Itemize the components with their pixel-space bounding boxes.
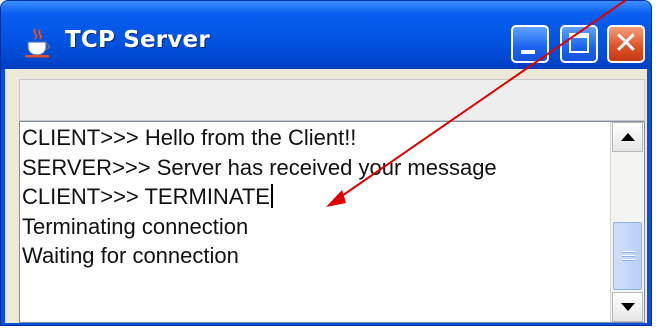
scroll-up-arrow-icon (621, 133, 635, 141)
title-bar[interactable]: TCP Server ✕ (1, 1, 651, 69)
message-lines: CLIENT>>> Hello from the Client!! SERVER… (22, 123, 608, 271)
window-title: TCP Server (65, 27, 210, 53)
message-input-field[interactable] (19, 79, 645, 121)
message-line: CLIENT>>> Hello from the Client!! (22, 125, 357, 150)
java-coffee-cup-icon (25, 28, 50, 58)
grip-line (622, 259, 635, 261)
close-icon: ✕ (613, 26, 639, 61)
maximize-button[interactable] (560, 25, 598, 63)
minimize-icon (521, 50, 535, 54)
scroll-down-button[interactable] (612, 292, 643, 322)
minimize-button[interactable] (511, 25, 549, 63)
text-caret (270, 184, 273, 208)
message-line-with-caret: CLIENT>>> TERMINATE (22, 182, 608, 212)
message-line: SERVER>>> Server has received your messa… (22, 154, 497, 180)
grip-line (622, 251, 635, 253)
message-line: Waiting for connection (22, 243, 239, 268)
window-content: CLIENT>>> Hello from the Client!! SERVER… (5, 69, 647, 323)
scroll-up-button[interactable] (612, 122, 643, 152)
scroll-thumb[interactable] (613, 222, 642, 290)
scroll-down-arrow-icon (621, 303, 635, 311)
tcp-server-window: TCP Server ✕ CLIENT>>> Hello from the Cl… (0, 0, 652, 326)
vertical-scrollbar[interactable] (610, 122, 644, 322)
grip-line (622, 255, 635, 257)
message-display-area[interactable]: CLIENT>>> Hello from the Client!! SERVER… (19, 121, 645, 323)
close-button[interactable]: ✕ (607, 25, 645, 63)
message-line-text: CLIENT>>> TERMINATE (22, 184, 270, 209)
message-line: Terminating connection (22, 213, 249, 239)
maximize-icon (569, 33, 589, 53)
